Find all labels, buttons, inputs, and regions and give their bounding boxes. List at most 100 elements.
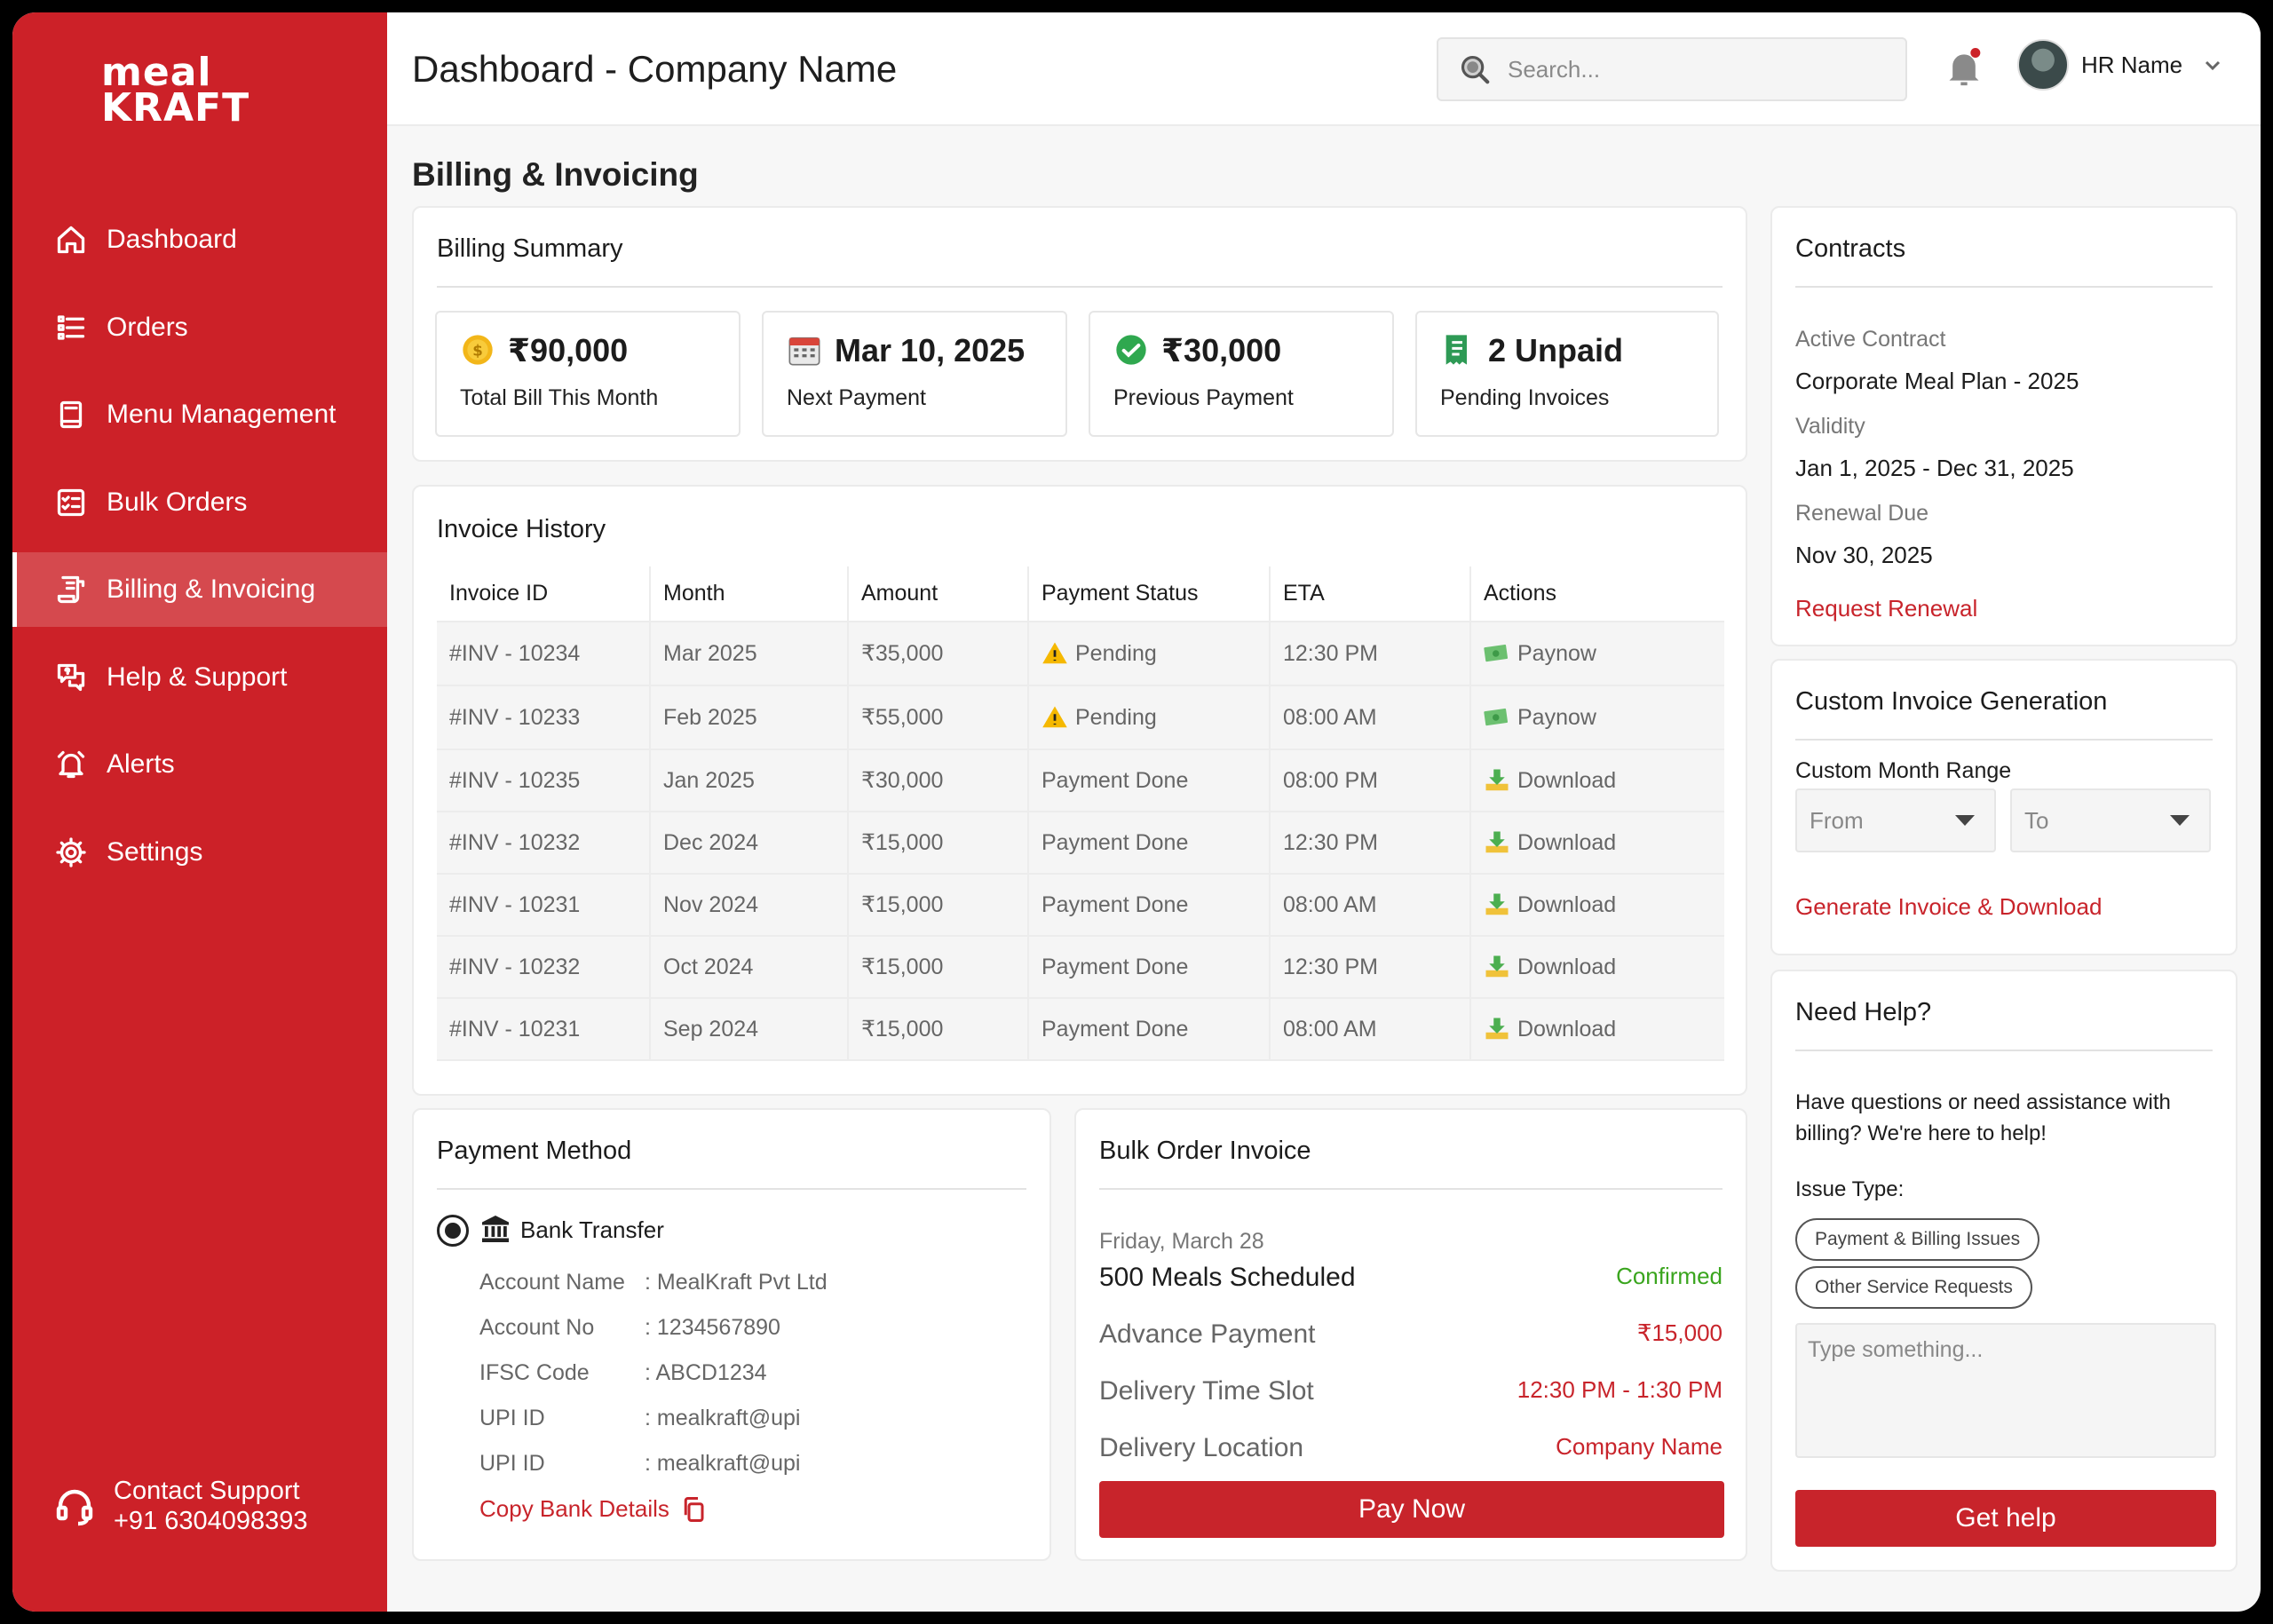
payment-status: Payment Done: [1027, 811, 1271, 875]
table-row: #INV - 10232 Oct 2024 ₹15,000 Payment Do…: [437, 935, 1724, 999]
download-icon: [1485, 955, 1509, 978]
detail-key: UPI ID: [479, 1451, 545, 1476]
notification-bell[interactable]: [1944, 46, 1984, 89]
active-contract-label: Active Contract: [1795, 327, 1946, 352]
invoice-month: Feb 2025: [649, 685, 849, 750]
column-header: ETA: [1269, 566, 1471, 622]
download-button[interactable]: Download: [1484, 954, 1724, 980]
meals-row: 500 Meals Scheduled Confirmed: [1099, 1263, 1723, 1293]
invoice-history-card: Invoice History Invoice ID Month Amount …: [412, 485, 1747, 1096]
detail-key: Account No: [479, 1315, 595, 1340]
support-text: Contact Support +91 6304098393: [114, 1476, 308, 1536]
search-box[interactable]: [1437, 37, 1907, 101]
download-button[interactable]: Download: [1484, 767, 1724, 794]
invoice-action: Download: [1469, 811, 1724, 875]
stat-label: Previous Payment: [1113, 385, 1294, 410]
bank-transfer-radio[interactable]: [437, 1215, 469, 1247]
status-badge: Confirmed: [1616, 1263, 1723, 1289]
invoice-action: Download: [1469, 873, 1724, 937]
action-label: Download: [1517, 891, 1617, 917]
help-message-input[interactable]: [1795, 1323, 2216, 1458]
sidebar-item-label: Menu Management: [107, 400, 337, 429]
help-chat-icon: [53, 660, 89, 695]
divider: [1795, 286, 2213, 288]
pay-now-button[interactable]: Pay Now: [1099, 1481, 1724, 1538]
invoice-id: #INV - 10232: [437, 811, 651, 875]
search-input[interactable]: [1508, 55, 1881, 83]
stat-label: Total Bill This Month: [460, 385, 659, 410]
invoice-month: Oct 2024: [649, 935, 849, 999]
table-row: #INV - 10235 Jan 2025 ₹30,000 Payment Do…: [437, 749, 1724, 812]
download-button[interactable]: Download: [1484, 891, 1724, 918]
chip-payment-billing[interactable]: Payment & Billing Issues: [1795, 1218, 2040, 1261]
status-text: Pending: [1075, 640, 1157, 666]
download-button[interactable]: Download: [1484, 1016, 1724, 1042]
payment-method-card: Payment Method Bank Transfer Account Nam…: [412, 1108, 1051, 1561]
sidebar-item-label: Alerts: [107, 749, 175, 779]
contact-support[interactable]: Contact Support +91 6304098393: [53, 1476, 308, 1536]
sidebar-item-menu-management[interactable]: Menu Management: [12, 377, 387, 452]
detail-key: IFSC Code: [479, 1360, 590, 1385]
billing-summary-card: Billing Summary $ ₹90,000 Total Bill Thi…: [412, 206, 1747, 462]
logo-line-2: KRAFT: [101, 85, 250, 131]
sidebar-item-settings[interactable]: Settings: [12, 815, 387, 890]
app-window: meal KRAFT Dashboard Orders Menu Managem…: [12, 12, 2261, 1612]
copy-bank-details-link[interactable]: Copy Bank Details: [479, 1495, 707, 1523]
user-name: HR Name: [2081, 51, 2183, 78]
user-menu[interactable]: HR Name: [2017, 39, 2223, 91]
from-month-select[interactable]: From: [1795, 788, 1996, 852]
table-row: #INV - 10232 Dec 2024 ₹15,000 Payment Do…: [437, 811, 1724, 875]
sidebar-item-alerts[interactable]: Alerts: [12, 727, 387, 802]
validity-value: Jan 1, 2025 - Dec 31, 2025: [1795, 455, 2074, 481]
action-label: Download: [1517, 1016, 1617, 1042]
sidebar-item-dashboard[interactable]: Dashboard: [12, 202, 387, 277]
table-header-row: Invoice ID Month Amount Payment Status E…: [437, 566, 1724, 622]
invoice-eta: 08:00 AM: [1269, 685, 1471, 750]
support-phone: +91 6304098393: [114, 1507, 308, 1535]
mealkraft-logo[interactable]: meal KRAFT: [101, 53, 250, 131]
paynow-button[interactable]: Paynow: [1484, 704, 1724, 731]
sidebar-item-label: Help & Support: [107, 661, 288, 692]
detail-value: : mealkraft@upi: [645, 1406, 801, 1430]
renewal-label: Renewal Due: [1795, 501, 1929, 526]
sidebar-item-orders[interactable]: Orders: [12, 290, 387, 365]
sidebar-item-billing-invoicing[interactable]: Billing & Invoicing: [12, 552, 387, 627]
sidebar-item-help-support[interactable]: Help & Support: [12, 640, 387, 715]
payment-status: Pending: [1027, 685, 1271, 750]
chevron-down-icon: [2206, 60, 2221, 71]
chip-other-service[interactable]: Other Service Requests: [1795, 1266, 2032, 1309]
contracts-card: Contracts Active Contract Corporate Meal…: [1770, 206, 2237, 646]
to-month-select[interactable]: To: [2010, 788, 2211, 852]
divider: [1795, 1050, 2213, 1051]
get-help-button[interactable]: Get help: [1795, 1490, 2216, 1547]
sidebar: meal KRAFT Dashboard Orders Menu Managem…: [12, 12, 387, 1612]
top-header: Dashboard - Company Name HR Name: [387, 12, 2261, 126]
menu-book-icon: [53, 397, 89, 432]
active-contract-value: Corporate Meal Plan - 2025: [1795, 368, 2079, 394]
contracts-title: Contracts: [1795, 234, 1906, 263]
payment-status: Payment Done: [1027, 935, 1271, 999]
invoice-amount: ₹15,000: [847, 811, 1029, 875]
select-value: From: [1810, 806, 1864, 834]
coin-icon: $: [463, 335, 493, 365]
table-row: #INV - 10231 Sep 2024 ₹15,000 Payment Do…: [437, 997, 1724, 1061]
invoice-eta: 12:30 PM: [1269, 811, 1471, 875]
invoice-table: Invoice ID Month Amount Payment Status E…: [437, 566, 1724, 1061]
cash-icon: [1484, 708, 1509, 726]
detail-key: UPI ID: [479, 1406, 545, 1430]
paynow-button[interactable]: Paynow: [1484, 640, 1724, 667]
payment-status: Payment Done: [1027, 873, 1271, 937]
invoice-amount: ₹15,000: [847, 997, 1029, 1061]
generate-invoice-link[interactable]: Generate Invoice & Download: [1795, 893, 2102, 921]
request-renewal-link[interactable]: Request Renewal: [1795, 595, 1977, 622]
help-text: Have questions or need assistance with b…: [1795, 1090, 2171, 1145]
billing-summary-title: Billing Summary: [437, 234, 623, 263]
stat-total-bill: $ ₹90,000 Total Bill This Month: [435, 311, 741, 437]
sidebar-item-bulk-orders[interactable]: Bulk Orders: [12, 465, 387, 540]
invoice-amount: ₹30,000: [847, 749, 1029, 812]
invoice-id: #INV - 10233: [437, 685, 651, 750]
column-header: Actions: [1469, 566, 1724, 622]
download-button[interactable]: Download: [1484, 829, 1724, 856]
need-help-card: Need Help? Have questions or need assist…: [1770, 970, 2237, 1572]
invoice-id: #INV - 10231: [437, 997, 651, 1061]
